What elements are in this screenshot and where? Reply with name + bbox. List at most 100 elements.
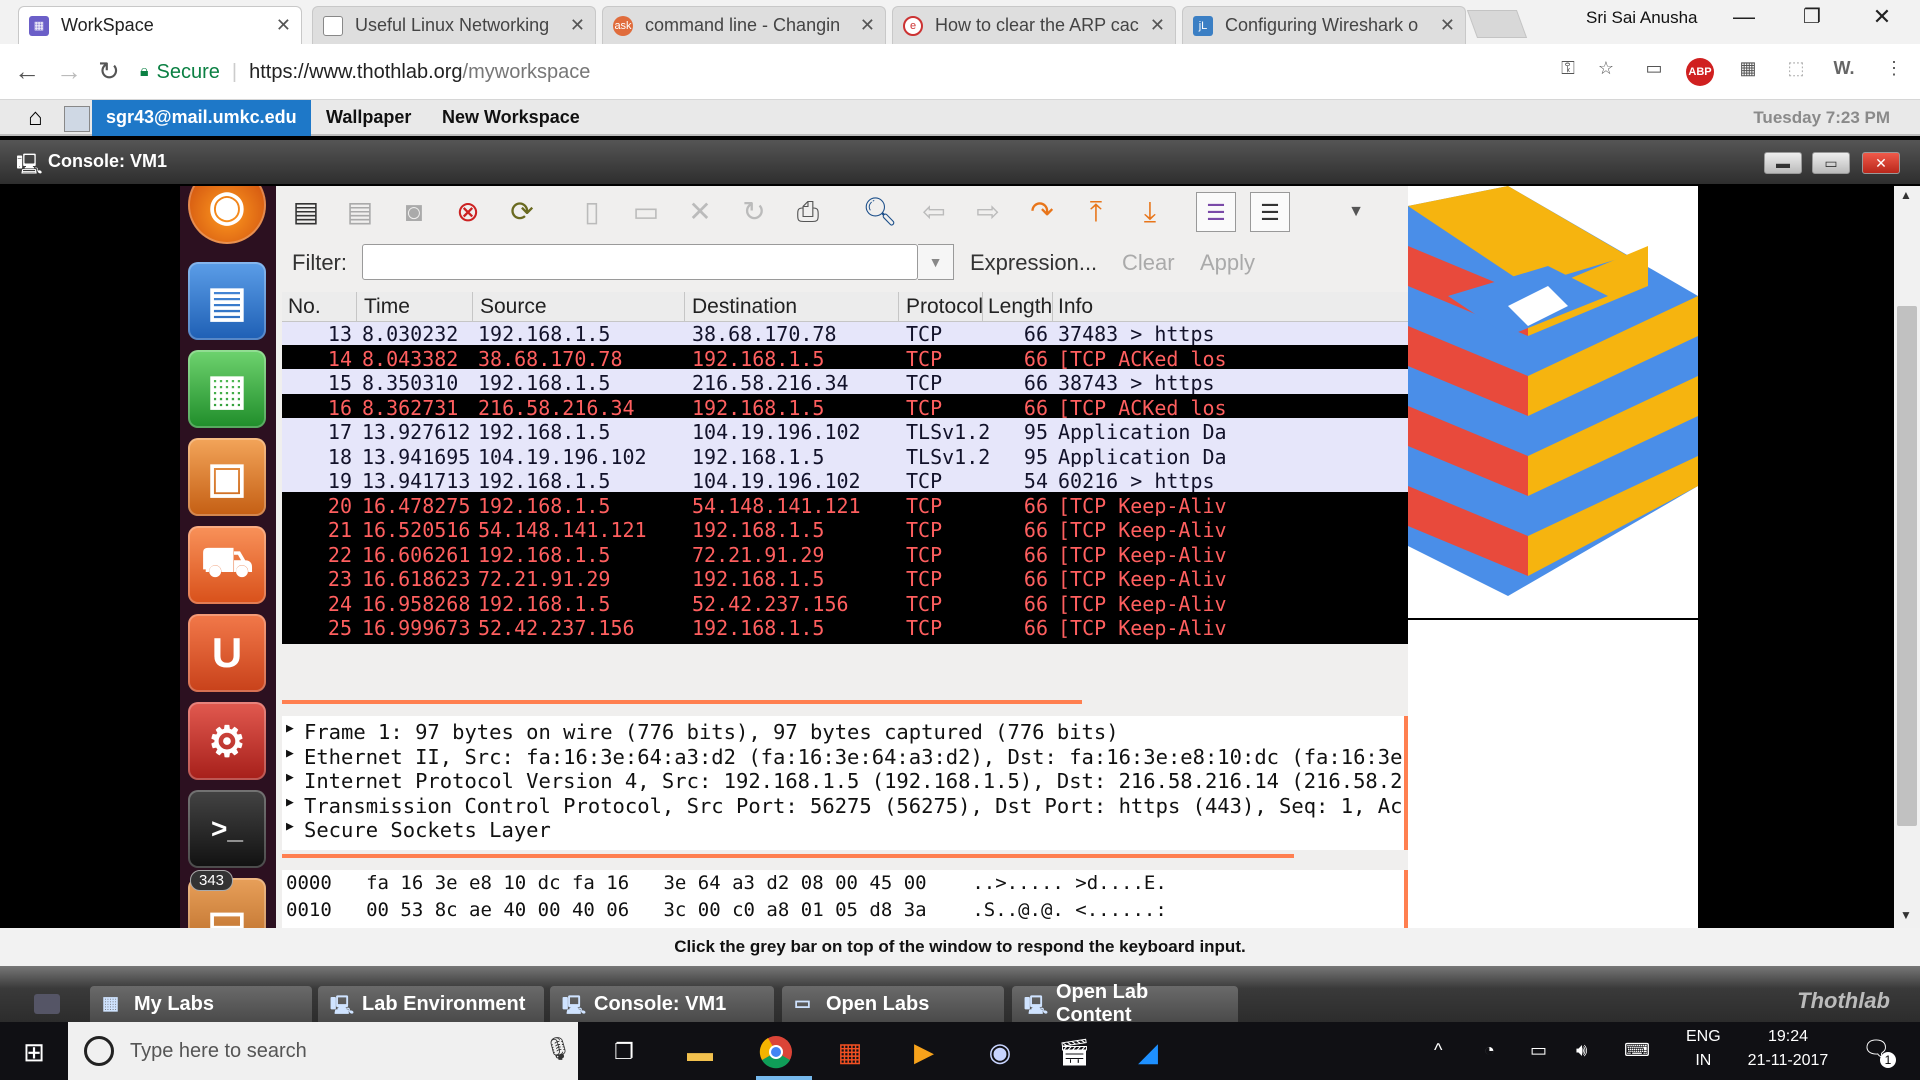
interfaces-icon[interactable]: ▤: [286, 192, 326, 232]
console-vertical-scrollbar[interactable]: ▲ ▼: [1894, 186, 1920, 928]
ubuntu-one-icon[interactable]: U: [188, 614, 266, 692]
eclipse-icon[interactable]: ◉: [980, 1032, 1020, 1072]
clapperboard-icon[interactable]: 🎬︎: [1054, 1032, 1094, 1072]
minimize-icon[interactable]: —: [1724, 4, 1764, 30]
tab-clear-arp[interactable]: e How to clear the ARP cac ✕: [892, 6, 1176, 44]
software-center-icon[interactable]: ⛟: [188, 526, 266, 604]
clear-button[interactable]: Clear: [1122, 250, 1175, 276]
address-bar[interactable]: 🔒︎ Secure | https://www.thothlab.org/myw…: [140, 52, 1600, 92]
volume-icon[interactable]: 🔊︎: [1576, 1040, 1587, 1061]
taskbar-search-box[interactable]: Type here to search 🎙︎: [68, 1022, 578, 1080]
key-icon[interactable]: ⚿: [1554, 58, 1582, 86]
last-packet-icon[interactable]: ⤓: [1130, 192, 1170, 232]
tab-command-line[interactable]: ask command line - Changin ✕: [602, 6, 886, 44]
close-file-icon[interactable]: ✕: [680, 192, 720, 232]
close-tab-icon[interactable]: ✕: [276, 15, 291, 36]
find-packet-icon[interactable]: 🔍︎: [860, 192, 900, 232]
store-icon[interactable]: ▦: [830, 1032, 870, 1072]
filter-input[interactable]: [362, 244, 918, 280]
system-settings-icon[interactable]: ⚙: [188, 702, 266, 780]
options-icon[interactable]: ▤: [340, 192, 380, 232]
close-window-icon[interactable]: ✕: [1862, 4, 1902, 30]
cast-icon[interactable]: ▭: [1640, 58, 1668, 86]
chrome-taskbar-icon[interactable]: [756, 1032, 796, 1072]
scroll-up-icon[interactable]: ▲: [1900, 188, 1912, 202]
pdf-extension-icon[interactable]: ⬚: [1782, 58, 1810, 86]
file-explorer-icon[interactable]: ▬: [680, 1032, 720, 1072]
my-labs-tab[interactable]: ▦ My Labs: [90, 986, 312, 1022]
reload-file-icon[interactable]: ↻: [734, 192, 774, 232]
go-to-packet-icon[interactable]: ↷: [1022, 192, 1062, 232]
show-desktop-icon[interactable]: [34, 994, 60, 1014]
back-arrow-icon[interactable]: ←: [14, 56, 40, 87]
restore-icon[interactable]: ❐: [1792, 4, 1832, 29]
system-clock[interactable]: 19:24 21-11-2017: [1736, 1028, 1840, 1070]
firefox-icon[interactable]: ◉: [188, 186, 266, 244]
expand-arrow-icon[interactable]: ▶: [286, 819, 294, 834]
user-email[interactable]: sgr43@mail.umkc.edu: [92, 100, 311, 136]
packet-bytes-pane[interactable]: 0000 fa 16 3e e8 10 dc fa 16 3e 64 a3 d2…: [282, 870, 1408, 928]
apply-button[interactable]: Apply: [1200, 250, 1255, 276]
expression-button[interactable]: Expression...: [970, 250, 1097, 276]
scrollbar-thumb[interactable]: [1897, 306, 1917, 826]
packet-list[interactable]: 13 8.030232 192.168.1.5 38.68.170.78 TCP 66 37…: [282, 322, 1408, 694]
save-file-icon[interactable]: ▭: [626, 192, 666, 232]
vm-screen[interactable]: ◉ ▤ ▦ ▣ ⛟ U ⚙ >_ ▭ 343 ▤ ▤ ◙ ⊗ ⟳ ▯ ▭ ✕ ↻…: [0, 186, 1920, 928]
adblock-icon[interactable]: ABP: [1686, 58, 1714, 86]
expand-arrow-icon[interactable]: ▶: [286, 770, 294, 785]
close-tab-icon[interactable]: ✕: [570, 15, 585, 36]
expand-arrow-icon[interactable]: ▶: [286, 795, 294, 810]
bookmark-star-icon[interactable]: ☆: [1592, 58, 1620, 86]
chrome-menu-icon[interactable]: ⋮: [1880, 58, 1908, 86]
col-time[interactable]: Time: [364, 295, 410, 319]
col-source[interactable]: Source: [480, 295, 547, 319]
wifi-icon[interactable]: ◔: [1484, 1040, 1495, 1061]
forward-arrow-icon[interactable]: →: [56, 56, 82, 87]
col-info[interactable]: Info: [1058, 295, 1093, 319]
keyboard-icon[interactable]: ⌨: [1624, 1040, 1650, 1061]
go-back-icon[interactable]: ⇦: [914, 192, 954, 232]
impress-icon[interactable]: ▣: [188, 438, 266, 516]
lab-environment-tab[interactable]: 🖳︎ Lab Environment: [318, 986, 544, 1022]
home-icon[interactable]: ⌂: [28, 104, 43, 132]
expand-arrow-icon[interactable]: ▶: [286, 721, 294, 736]
colorize-icon[interactable]: ☰: [1196, 192, 1236, 232]
media-player-icon[interactable]: ▶: [904, 1032, 944, 1072]
task-view-icon[interactable]: ❐: [604, 1032, 644, 1072]
console-minimize-button[interactable]: ▬: [1764, 152, 1802, 174]
close-tab-icon[interactable]: ✕: [1440, 15, 1455, 36]
print-icon[interactable]: ⎙: [788, 192, 828, 232]
console-close-button[interactable]: ✕: [1862, 152, 1900, 174]
packet-row[interactable]: 25 16.999673 52.42.237.156 192.168.1.5 TCP 66…: [282, 614, 1408, 644]
first-packet-icon[interactable]: ⤒: [1076, 192, 1116, 232]
go-forward-icon[interactable]: ⇨: [968, 192, 1008, 232]
toolbar-overflow-icon[interactable]: ▼: [1336, 192, 1376, 232]
microphone-icon[interactable]: 🎙︎: [544, 1036, 572, 1062]
new-workspace-link[interactable]: New Workspace: [442, 107, 580, 128]
console-title-bar[interactable]: 🖳︎ Console: VM1 ▬ ▭ ✕: [0, 140, 1920, 184]
windows-start-icon[interactable]: ⊞: [14, 1032, 54, 1072]
input-language[interactable]: ENG IN: [1686, 1028, 1721, 1070]
new-tab-button[interactable]: [1466, 10, 1528, 38]
packet-details-pane[interactable]: ▶ Frame 1: 97 bytes on wire (776 bits), 9…: [282, 716, 1408, 850]
tab-linux-networking[interactable]: Useful Linux Networking ✕: [312, 6, 596, 44]
tab-configuring-wireshark[interactable]: jL Configuring Wireshark o ✕: [1182, 6, 1466, 44]
restart-capture-icon[interactable]: ⟳: [502, 192, 542, 232]
terminal-icon[interactable]: >_: [188, 790, 266, 868]
extension-icon[interactable]: ▦: [1734, 58, 1762, 86]
word-extension-icon[interactable]: W.: [1830, 58, 1858, 86]
col-no[interactable]: No.: [288, 295, 321, 319]
console-vm1-tab[interactable]: 🖳︎ Console: VM1: [550, 986, 774, 1022]
stop-capture-icon[interactable]: ⊗: [448, 192, 488, 232]
expand-arrow-icon[interactable]: ▶: [286, 746, 294, 761]
tray-overflow-icon[interactable]: ^: [1434, 1040, 1442, 1061]
calc-icon[interactable]: ▦: [188, 350, 266, 428]
writer-icon[interactable]: ▤: [188, 262, 266, 340]
close-tab-icon[interactable]: ✕: [1150, 15, 1165, 36]
tab-workspace[interactable]: ▦ WorkSpace ✕: [18, 6, 302, 44]
wallpaper-link[interactable]: Wallpaper: [326, 107, 411, 128]
open-file-icon[interactable]: ▯: [572, 192, 612, 232]
console-maximize-button[interactable]: ▭: [1812, 152, 1850, 174]
close-tab-icon[interactable]: ✕: [860, 15, 875, 36]
auto-scroll-icon[interactable]: ☰: [1250, 192, 1290, 232]
